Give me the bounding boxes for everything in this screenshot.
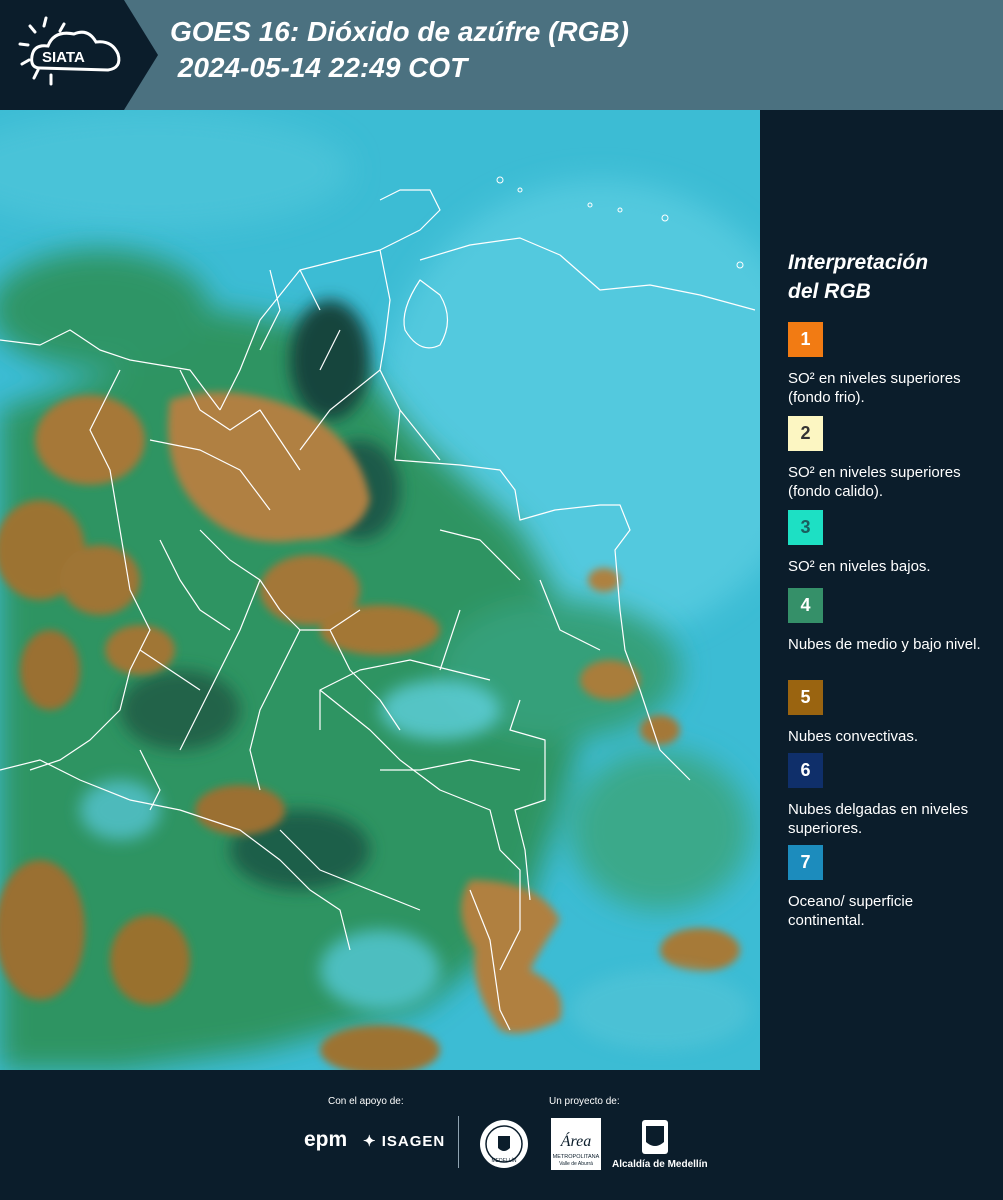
medellin-seal-text: MEDELLÍN — [491, 1157, 516, 1164]
siata-logo-icon: SIATA — [0, 0, 158, 110]
legend-title-line1: Interpretación — [788, 251, 929, 274]
area-logo-subtitle: METROPOLITANA — [553, 1154, 600, 1160]
epm-logo: epm — [304, 1128, 348, 1151]
legend-item: 5 Nubes convectivas. — [788, 680, 988, 746]
legend-item: 4 Nubes de medio y bajo nivel. — [788, 588, 988, 654]
legend-swatch: 6 — [788, 753, 823, 788]
alcaldia-text: Alcaldía de Medellín — [612, 1159, 708, 1170]
alcaldia-shield-icon — [642, 1120, 668, 1154]
legend-swatch: 5 — [788, 680, 823, 715]
area-metropolitana-logo: Área METROPOLITANA Valle de Aburrá — [551, 1118, 601, 1170]
siata-logo: SIATA — [0, 0, 158, 110]
area-logo-subtitle2: Valle de Aburrá — [559, 1161, 593, 1167]
title-line-timestamp: 2024-05-14 22:49 COT — [170, 52, 468, 83]
legend-item: 6 Nubes delgadas en niveles superiores. — [788, 753, 988, 838]
legend-item: 7 Oceano/ superficie continental. — [788, 845, 988, 930]
isagen-star-icon: ✦ — [363, 1133, 377, 1150]
footer: Con el apoyo de: Un proyecto de: epm ✦ I… — [0, 1070, 1003, 1200]
legend-item: 1 SO² en niveles superiores (fondo frio). — [788, 322, 988, 407]
legend-item-label: SO² en niveles superiores (fondo calido)… — [788, 464, 961, 500]
legend-item-label: SO² en niveles bajos. — [788, 558, 931, 575]
legend-swatch: 7 — [788, 845, 823, 880]
legend-title-line2: del RGB — [788, 280, 871, 303]
isagen-logo: ✦ ISAGEN — [363, 1132, 445, 1150]
legend-item-label: Oceano/ superficie continental. — [788, 893, 914, 929]
siata-logo-text: SIATA — [42, 49, 85, 66]
legend-item-label: Nubes convectivas. — [788, 728, 919, 745]
title-line-product: GOES 16: Dióxido de azúfre (RGB) — [170, 16, 629, 47]
area-logo-title: Área — [560, 1131, 592, 1150]
legend-item-label: SO² en niveles superiores (fondo frio). — [788, 370, 961, 406]
legend-swatch: 3 — [788, 510, 823, 545]
legend-swatch: 4 — [788, 588, 823, 623]
legend-panel: Interpretación del RGB 1 SO² en niveles s… — [788, 248, 988, 929]
legend-swatch: 2 — [788, 416, 823, 451]
goes16-so2-rgb-image — [0, 110, 760, 1070]
project-label: Un proyecto de: — [549, 1096, 620, 1107]
page-title: GOES 16: Dióxido de azúfre (RGB) 2024-05… — [170, 14, 629, 86]
isagen-logo-text: ISAGEN — [381, 1133, 446, 1150]
footer-divider — [458, 1116, 459, 1168]
legend-item: 2 SO² en niveles superiores (fondo calido… — [788, 416, 988, 501]
legend-item-label: Nubes de medio y bajo nivel. — [788, 636, 981, 653]
support-label: Con el apoyo de: — [328, 1096, 404, 1107]
legend-swatch: 1 — [788, 322, 823, 357]
legend-title: Interpretación del RGB — [788, 248, 988, 306]
legend-item: 3 SO² en niveles bajos. — [788, 510, 988, 576]
header-bar: SIATA GOES 16: Dióxido de azúfre (RGB) 2… — [0, 0, 1003, 110]
satellite-map — [0, 110, 760, 1070]
legend-item-label: Nubes delgadas en niveles superiores. — [788, 801, 969, 837]
medellin-seal-logo: MEDELLÍN — [480, 1120, 528, 1168]
